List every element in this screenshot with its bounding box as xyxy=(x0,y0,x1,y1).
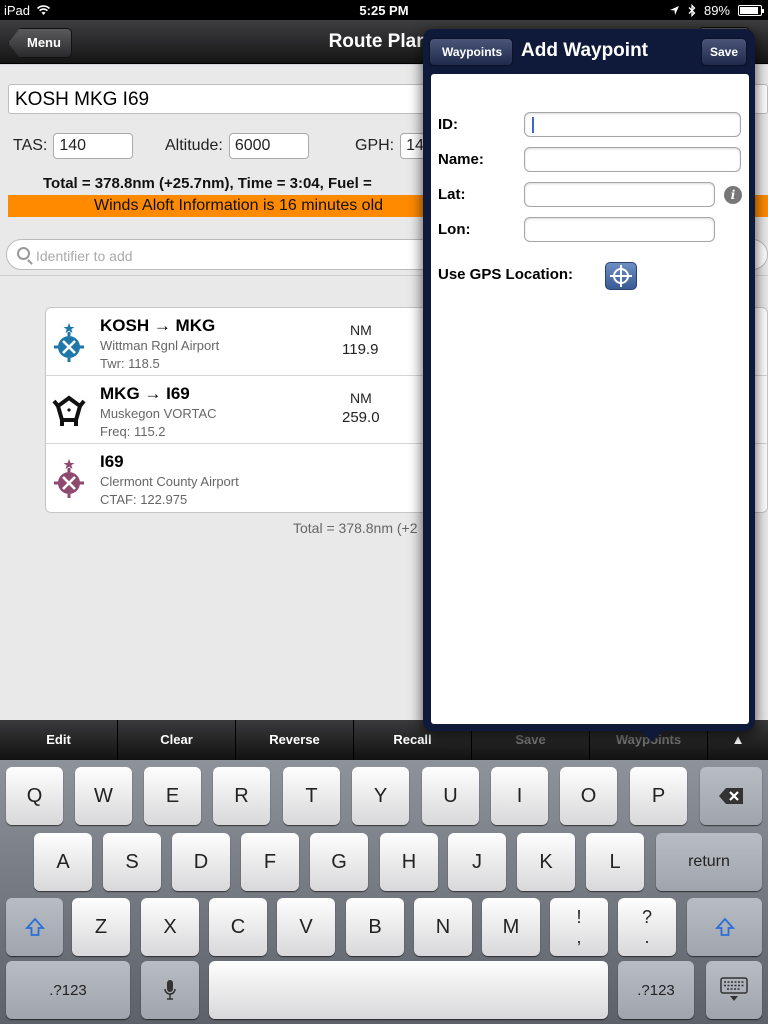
key-question-period[interactable]: ?. xyxy=(618,898,676,956)
edit-button[interactable]: Edit xyxy=(0,720,118,760)
key-t[interactable]: T xyxy=(283,767,340,825)
battery-percent: 89% xyxy=(703,3,730,18)
add-waypoint-popover: Waypoints Add Waypoint Save ID: Name: La… xyxy=(423,29,755,742)
key-f[interactable]: F xyxy=(241,833,299,891)
gps-label: Use GPS Location: xyxy=(438,266,574,283)
name-field[interactable] xyxy=(524,147,741,172)
key-o[interactable]: O xyxy=(560,767,617,825)
key-i[interactable]: I xyxy=(491,767,548,825)
leg-unit: NM xyxy=(350,322,372,338)
key-k[interactable]: K xyxy=(517,833,575,891)
leg-name: KOSH → MKG xyxy=(100,316,216,335)
location-arrow-icon xyxy=(669,6,679,15)
keyboard-hide-icon xyxy=(720,977,748,1001)
hide-keyboard-key[interactable] xyxy=(706,961,762,1019)
lat-field[interactable] xyxy=(524,182,715,207)
key-p[interactable]: P xyxy=(630,767,687,825)
bluetooth-icon xyxy=(688,4,696,17)
key-y[interactable]: Y xyxy=(352,767,409,825)
nontowered-airport-icon xyxy=(54,459,84,498)
key-a[interactable]: A xyxy=(34,833,92,891)
search-placeholder: Identifier to add xyxy=(36,248,133,264)
key-l[interactable]: L xyxy=(586,833,644,891)
tas-field[interactable]: 140 xyxy=(53,133,134,159)
info-icon[interactable]: i xyxy=(724,186,742,204)
clock: 5:25 PM xyxy=(359,3,409,18)
key-z[interactable]: Z xyxy=(72,898,130,956)
key-v[interactable]: V xyxy=(277,898,335,956)
key-j[interactable]: J xyxy=(448,833,506,891)
altitude-field[interactable]: 6000 xyxy=(228,133,309,159)
key-n[interactable]: N xyxy=(414,898,472,956)
key-s[interactable]: S xyxy=(103,833,161,891)
key-q[interactable]: Q xyxy=(6,767,63,825)
route-total-summary: Total = 378.8nm (+2 xyxy=(293,520,418,536)
leg-waypoint-name: Wittman Rgnl Airport xyxy=(100,338,220,353)
key-b[interactable]: B xyxy=(346,898,404,956)
name-label: Name: xyxy=(438,151,484,168)
leg-name: MKG → I69 xyxy=(100,384,190,403)
onscreen-keyboard: Q W E R T Y U I O P A S D F G H J K L re… xyxy=(0,760,768,1024)
use-gps-location-button[interactable] xyxy=(605,262,637,290)
clear-button[interactable]: Clear xyxy=(118,720,236,760)
key-u[interactable]: U xyxy=(422,767,479,825)
key-r[interactable]: R xyxy=(213,767,270,825)
leg-frequency: Twr: 118.5 xyxy=(100,356,160,371)
key-e[interactable]: E xyxy=(144,767,201,825)
key-c[interactable]: C xyxy=(209,898,267,956)
backspace-key[interactable] xyxy=(700,767,762,825)
key-d[interactable]: D xyxy=(172,833,230,891)
lon-field[interactable] xyxy=(524,217,715,242)
leg-waypoint-name: Muskegon VORTAC xyxy=(100,406,217,421)
leg-waypoint-name: Clermont County Airport xyxy=(100,474,239,489)
key-g[interactable]: G xyxy=(310,833,368,891)
leg-frequency: Freq: 115.2 xyxy=(100,424,166,439)
tas-label: TAS: xyxy=(13,137,48,154)
altitude-label: Altitude: xyxy=(165,137,223,154)
status-bar: iPad 5:25 PM 89% xyxy=(0,0,768,20)
shift-key-left[interactable] xyxy=(6,898,63,956)
key-h[interactable]: H xyxy=(380,833,438,891)
key-exclamation-comma[interactable]: !, xyxy=(550,898,608,956)
shift-key-right[interactable] xyxy=(687,898,762,956)
waypoint-form: ID: Name: Lat: i Lon: Use GPS Location: xyxy=(431,74,749,724)
search-icon xyxy=(17,247,30,260)
key-m[interactable]: M xyxy=(482,898,540,956)
id-label: ID: xyxy=(438,116,458,133)
vortac-icon xyxy=(52,395,86,426)
battery-icon xyxy=(738,5,764,16)
popover-title: Add Waypoint xyxy=(521,40,648,61)
microphone-icon xyxy=(164,980,176,1000)
return-key[interactable]: return xyxy=(656,833,762,891)
leg-frequency: CTAF: 122.975 xyxy=(100,492,188,507)
towered-airport-icon xyxy=(54,323,84,362)
gph-label: GPH: xyxy=(355,137,395,154)
save-button[interactable]: Save xyxy=(701,38,747,66)
shift-icon xyxy=(714,917,735,936)
numbers-key-right[interactable]: .?123 xyxy=(618,961,694,1019)
leg-distance: 119.9 xyxy=(342,341,379,358)
reverse-button[interactable]: Reverse xyxy=(236,720,354,760)
dictation-key[interactable] xyxy=(141,961,199,1019)
lon-label: Lon: xyxy=(438,221,471,238)
shift-icon xyxy=(24,917,45,936)
backspace-icon xyxy=(719,788,743,804)
lat-label: Lat: xyxy=(438,186,466,203)
id-field[interactable] xyxy=(524,112,741,137)
leg-unit: NM xyxy=(350,390,372,406)
leg-name: I69 xyxy=(100,452,124,471)
key-x[interactable]: X xyxy=(141,898,199,956)
popover-arrow xyxy=(640,730,664,742)
space-key[interactable] xyxy=(209,961,608,1019)
waypoints-back-button[interactable]: Waypoints xyxy=(429,38,514,66)
leg-distance: 259.0 xyxy=(342,409,380,426)
numbers-key-left[interactable]: .?123 xyxy=(6,961,130,1019)
key-w[interactable]: W xyxy=(75,767,132,825)
crosshair-icon xyxy=(610,265,632,287)
